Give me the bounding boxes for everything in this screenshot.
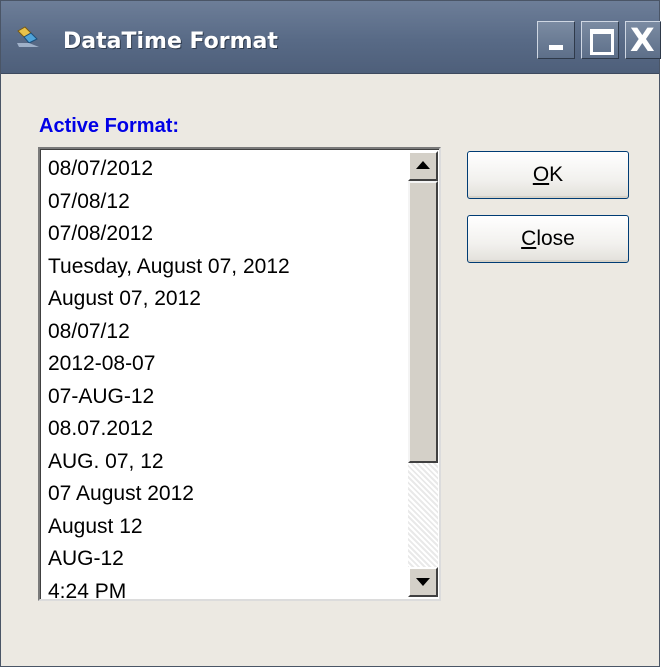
app-icon xyxy=(17,26,39,47)
list-item[interactable]: Tuesday, August 07, 2012 xyxy=(48,251,404,284)
list-item[interactable]: 4:24 PM xyxy=(48,576,404,609)
ok-label-rest: K xyxy=(549,163,564,186)
scrollbar-thumb[interactable] xyxy=(408,181,438,463)
maximize-button[interactable] xyxy=(581,21,619,59)
list-item[interactable]: 07 August 2012 xyxy=(48,478,404,511)
list-item[interactable]: August 07, 2012 xyxy=(48,283,404,316)
active-format-label: Active Format: xyxy=(39,115,180,137)
window-title: DataTime Format xyxy=(63,29,278,54)
close-label-rest: lose xyxy=(536,227,575,250)
close-window-button[interactable]: X xyxy=(625,21,661,59)
scroll-down-button[interactable] xyxy=(408,567,438,597)
scroll-up-button[interactable] xyxy=(408,151,438,181)
close-mnemonic: C xyxy=(521,227,537,250)
ok-button[interactable]: OK xyxy=(467,151,629,199)
list-item[interactable]: 07-AUG-12 xyxy=(48,381,404,414)
title-bar[interactable]: DataTime Format X xyxy=(1,1,661,74)
list-item[interactable]: 07/08/12 xyxy=(48,186,404,219)
list-item[interactable]: 2012-08-07 xyxy=(48,348,404,381)
minimize-icon xyxy=(549,45,563,50)
list-item[interactable]: AUG-12 xyxy=(48,543,404,576)
format-list: 08/07/2012 07/08/12 07/08/2012 Tuesday, … xyxy=(48,153,404,608)
list-item[interactable]: August 12 xyxy=(48,511,404,544)
vertical-scrollbar[interactable] xyxy=(408,151,438,597)
list-item[interactable]: 08/07/12 xyxy=(48,316,404,349)
arrow-up-icon xyxy=(416,161,430,169)
format-listbox[interactable]: 08/07/2012 07/08/12 07/08/2012 Tuesday, … xyxy=(38,147,441,603)
ok-mnemonic: O xyxy=(532,163,550,186)
datetime-format-dialog: DataTime Format X Active Format: 08/07/2… xyxy=(0,0,661,667)
list-item[interactable]: 08.07.2012 xyxy=(48,413,404,446)
list-item[interactable]: 07/08/2012 xyxy=(48,218,404,251)
list-item[interactable]: 08/07/2012 xyxy=(48,153,404,186)
list-item[interactable]: AUG. 07, 12 xyxy=(48,446,404,479)
close-button[interactable]: Close xyxy=(467,215,629,263)
arrow-down-icon xyxy=(416,578,430,586)
maximize-icon xyxy=(590,29,614,55)
close-icon: X xyxy=(630,21,655,59)
minimize-button[interactable] xyxy=(537,21,575,59)
